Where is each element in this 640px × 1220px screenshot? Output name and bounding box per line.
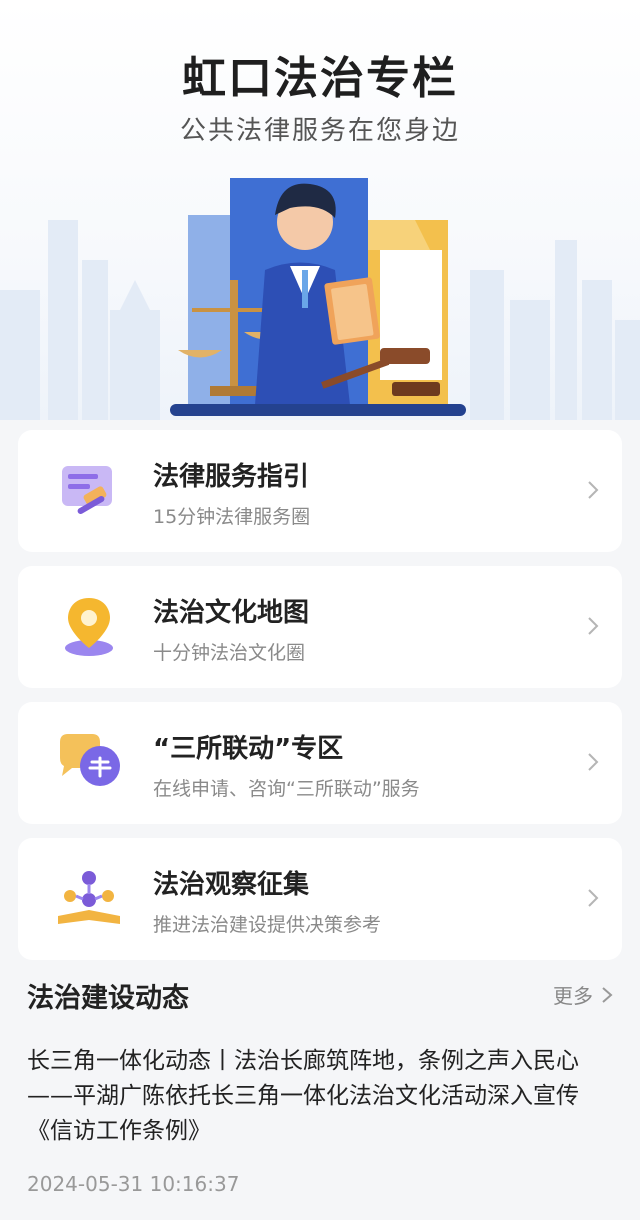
page-title: 虹口法治专栏: [182, 53, 458, 104]
news-item-time: 2024-05-31 10:16:37: [27, 1172, 240, 1196]
more-link[interactable]: 更多: [553, 980, 613, 1009]
card-desc: 推进法治建设提供决策参考: [153, 914, 382, 936]
lawyer-illustration: [170, 178, 466, 416]
card-title: 法律服务指引: [153, 462, 310, 492]
card-three-office-linkage[interactable]: “三所联动”专区 在线申请、咨询“三所联动”服务: [18, 702, 622, 824]
chevron-right-icon: [588, 753, 599, 771]
card-desc: 15分钟法律服务圈: [153, 506, 311, 528]
page-subtitle: 公共法律服务在您身边: [179, 116, 460, 146]
network-book-icon: [58, 871, 120, 924]
section-title: 法治建设动态: [27, 983, 189, 1014]
card-legal-culture-map[interactable]: 法治文化地图 十分钟法治文化圈: [18, 566, 622, 688]
card-desc: 在线申请、咨询“三所联动”服务: [153, 778, 420, 800]
chevron-right-icon: [602, 986, 613, 1003]
news-item-title[interactable]: 长三角一体化动态丨法治长廊筑阵地，条例之声入民心——平湖广陈依托长三角一体化法治…: [27, 1044, 617, 1149]
chat-bubbles-icon: [60, 734, 120, 786]
chevron-right-icon: [588, 481, 599, 499]
news-section-header: 法治建设动态 更多: [27, 972, 613, 1016]
hero-banner: 虹口法治专栏 公共法律服务在您身边: [0, 0, 640, 420]
card-title: 法治观察征集: [153, 870, 310, 900]
card-legal-service-guide[interactable]: 法律服务指引 15分钟法律服务圈: [18, 430, 622, 552]
card-title: “三所联动”专区: [153, 734, 344, 764]
card-title: 法治文化地图: [153, 598, 310, 628]
more-label: 更多: [553, 984, 593, 1008]
legal-guide-icon: [62, 466, 112, 514]
chevron-right-icon: [588, 889, 599, 907]
card-legal-observation[interactable]: 法治观察征集 推进法治建设提供决策参考: [18, 838, 622, 960]
map-pin-icon: [65, 598, 113, 656]
card-desc: 十分钟法治文化圈: [153, 642, 306, 664]
chevron-right-icon: [588, 617, 599, 635]
